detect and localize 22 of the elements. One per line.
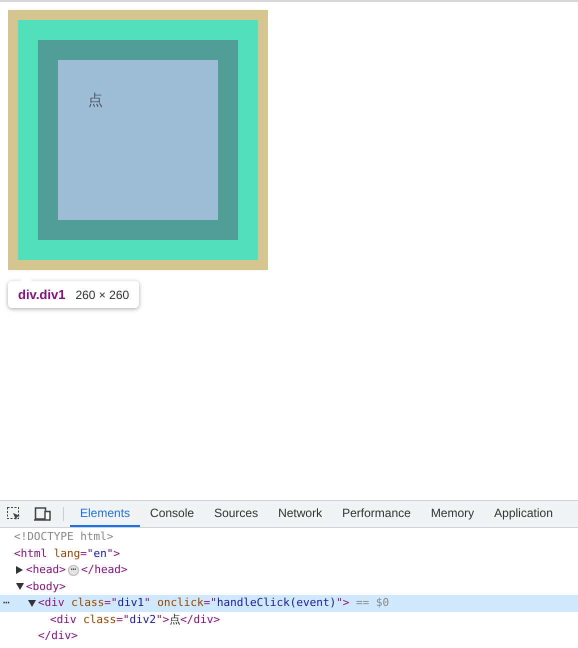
page-text: 点 — [88, 91, 103, 109]
element-selector: div.div1 — [18, 287, 66, 302]
devtools-tab[interactable]: Network — [268, 501, 332, 527]
dom-node-line[interactable]: <body> — [0, 578, 578, 595]
devtools-tab[interactable]: Elements — [70, 501, 140, 527]
ellipsis-badge[interactable]: ⋯ — [68, 564, 80, 576]
element-size: 260 × 260 — [75, 288, 130, 302]
devtools-tab[interactable]: Performance — [332, 501, 421, 527]
dom-node-line[interactable]: </div> — [0, 628, 578, 644]
dom-node-line[interactable]: <!DOCTYPE html> — [0, 529, 578, 546]
collapsed-triangle-icon[interactable] — [16, 566, 23, 574]
expanded-triangle-icon[interactable] — [16, 583, 24, 590]
devtools-tab[interactable]: Sources — [204, 501, 268, 527]
expanded-triangle-icon[interactable] — [28, 600, 36, 607]
dom-node-line[interactable]: <html lang="en"> — [0, 546, 578, 562]
devtools-tab[interactable]: Console — [140, 501, 204, 527]
devtools-tab[interactable]: Memory — [420, 501, 484, 527]
dom-node-line[interactable]: <div class="div2">点</div> — [0, 612, 578, 628]
devtools-tab[interactable]: Application — [484, 501, 563, 527]
dom-node-line[interactable]: <head> ⋯ </head> — [0, 562, 578, 578]
inspect-icon[interactable] — [6, 506, 22, 522]
device-icon[interactable] — [34, 507, 51, 521]
